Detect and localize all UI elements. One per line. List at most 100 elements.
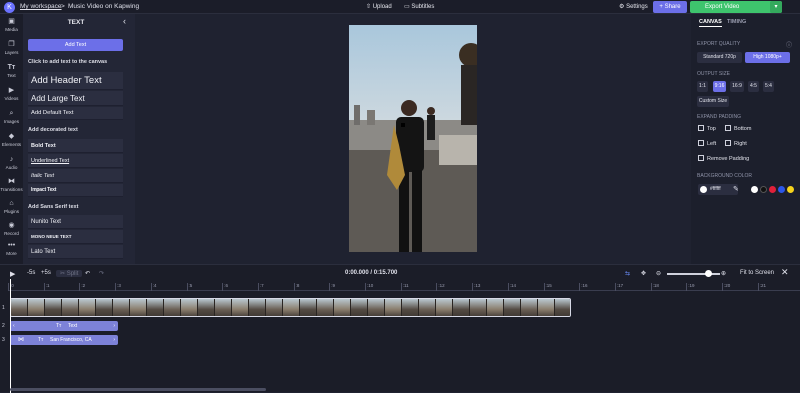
- fit-to-screen-button[interactable]: Fit to Screen: [740, 270, 774, 276]
- workspace-link[interactable]: My workspace: [20, 3, 62, 10]
- eyedropper-icon[interactable]: ✎: [733, 185, 739, 193]
- project-title[interactable]: Music Video on Kapwing: [68, 3, 139, 10]
- tab-canvas[interactable]: CANVAS: [699, 19, 722, 27]
- rail-transitions[interactable]: ⧓ Transitions: [0, 178, 23, 192]
- rail-elements[interactable]: ◆ Elements: [0, 133, 23, 147]
- ruler-tick-label: :18: [652, 283, 659, 288]
- swatch-red[interactable]: [769, 186, 776, 193]
- split-button[interactable]: ✂ Split: [56, 270, 83, 277]
- snap-icon[interactable]: ⇆: [625, 270, 630, 277]
- impact-text-option[interactable]: Impact Text: [28, 184, 123, 197]
- tab-timing[interactable]: TIMING: [727, 19, 746, 25]
- rail-text[interactable]: Tт Text: [0, 64, 23, 78]
- rail-record[interactable]: ◉ Record: [0, 222, 23, 236]
- layers-icon: ❐: [8, 41, 15, 48]
- custom-size-button[interactable]: Custom Size: [697, 96, 729, 107]
- rail-plugins[interactable]: ⌂ Plugins: [0, 200, 23, 214]
- size-4-5-button[interactable]: 4:5: [748, 81, 759, 92]
- skip-forward-5s-button[interactable]: +5s: [41, 270, 51, 276]
- text-clip-icon: Tт: [38, 337, 44, 343]
- add-header-text-option[interactable]: Add Header Text: [28, 72, 123, 90]
- share-button[interactable]: + Share: [653, 1, 687, 13]
- trim-handle-right[interactable]: ›: [113, 321, 115, 331]
- move-icon[interactable]: ✥: [641, 270, 646, 277]
- time-ruler[interactable]: :0:1:2:3:4:5:6:7:8:9:10:11:12:13:14:15:1…: [8, 283, 800, 291]
- filmstrip-frame: [487, 299, 504, 316]
- rail-media[interactable]: ▣ Media: [0, 18, 23, 32]
- size-9-16-button[interactable]: 9:16: [713, 81, 726, 92]
- size-16-9-button[interactable]: 16:9: [730, 81, 744, 92]
- export-video-button[interactable]: Export Video: [690, 1, 782, 13]
- transitions-icon: ⧓: [8, 178, 15, 185]
- filmstrip-frame: [249, 299, 266, 316]
- undo-icon[interactable]: ↶: [85, 270, 90, 277]
- swatch-blue[interactable]: [778, 186, 785, 193]
- kapwing-logo-icon[interactable]: K: [4, 2, 15, 13]
- ruler-tick: [43, 283, 45, 291]
- rail-videos[interactable]: ▶ Videos: [0, 87, 23, 101]
- filmstrip-frame: [453, 299, 470, 316]
- quality-standard-button[interactable]: Standard 720p: [697, 52, 742, 63]
- padding-left-checkbox[interactable]: Left: [698, 140, 716, 147]
- playhead[interactable]: [10, 279, 11, 393]
- user-plus-icon: +: [659, 4, 663, 10]
- filmstrip-frame: [181, 299, 198, 316]
- rail-audio[interactable]: ♪ Audio: [0, 156, 23, 170]
- filmstrip-frame: [436, 299, 453, 316]
- ruler-tick: [757, 283, 759, 291]
- swatch-white[interactable]: [751, 186, 758, 193]
- padding-bottom-checkbox[interactable]: Bottom: [725, 125, 751, 132]
- zoom-slider-handle[interactable]: [704, 270, 712, 277]
- close-icon[interactable]: ✕: [781, 267, 789, 278]
- zoom-out-icon[interactable]: ⊖: [656, 270, 661, 277]
- filmstrip-frame: [96, 299, 113, 316]
- swatch-black[interactable]: [760, 186, 767, 193]
- collapse-chevron-left-icon[interactable]: ‹: [123, 16, 126, 26]
- rail-images[interactable]: ⌕ Images: [0, 110, 23, 124]
- padding-top-checkbox[interactable]: Top: [698, 125, 716, 132]
- location-text-clip[interactable]: ⋈ Tт San Francisco, CA ›: [10, 335, 118, 345]
- text-clip[interactable]: ‹ Tт Text ›: [10, 321, 118, 331]
- size-1-1-button[interactable]: 1:1: [697, 81, 708, 92]
- ruler-tick: [686, 283, 688, 291]
- add-text-button[interactable]: Add Text: [28, 39, 123, 51]
- italic-text-option[interactable]: Italic Text: [28, 169, 123, 183]
- info-icon: ⓘ: [786, 43, 793, 49]
- ruler-tick-label: :17: [616, 283, 624, 288]
- zoom-slider[interactable]: [667, 273, 720, 275]
- mono-neue-text-option[interactable]: MONO NEUE TEXT: [28, 230, 123, 244]
- padding-right-checkbox[interactable]: Right: [725, 140, 747, 147]
- add-default-text-option[interactable]: Add Default Text: [28, 107, 123, 120]
- video-clip[interactable]: [10, 298, 571, 317]
- settings-button[interactable]: ⚙ Settings: [619, 2, 648, 13]
- quality-high-button[interactable]: High 1080p+: [745, 52, 790, 63]
- breadcrumb-separator: >: [61, 3, 65, 10]
- filmstrip-frame: [198, 299, 215, 316]
- nunito-text-option[interactable]: Nunito Text: [28, 215, 123, 229]
- underlined-text-option[interactable]: Underlined Text: [28, 154, 123, 168]
- trim-handle-left[interactable]: ‹: [13, 321, 15, 331]
- video-preview[interactable]: [349, 25, 477, 252]
- skip-back-5s-button[interactable]: -5s: [27, 270, 35, 276]
- bold-text-option[interactable]: Bold Text: [28, 139, 123, 153]
- add-large-text-option[interactable]: Add Large Text: [28, 91, 123, 106]
- filmstrip-frame: [266, 299, 283, 316]
- rail-layers[interactable]: ❐ Layers: [0, 41, 23, 55]
- timeline-scrollbar[interactable]: [10, 388, 266, 391]
- swatch-yellow[interactable]: [787, 186, 794, 193]
- size-5-4-button[interactable]: 5:4: [763, 81, 774, 92]
- zoom-in-icon[interactable]: ⊕: [721, 270, 726, 277]
- redo-icon[interactable]: ↷: [99, 270, 104, 277]
- play-icon[interactable]: ▶: [10, 270, 15, 278]
- remove-padding-checkbox[interactable]: Remove Padding: [698, 155, 749, 162]
- lato-text-option[interactable]: Lato Text: [28, 245, 123, 259]
- background-color-input[interactable]: #ffffff: [698, 184, 738, 195]
- filmstrip-frame: [351, 299, 368, 316]
- filmstrip-frame: [504, 299, 521, 316]
- trim-handle-right[interactable]: ›: [113, 335, 115, 345]
- record-icon: ◉: [8, 222, 15, 229]
- rail-more[interactable]: ••• More: [0, 242, 23, 256]
- subtitles-button[interactable]: ▭ Subtitles: [404, 2, 434, 13]
- export-options-chevron-down-icon[interactable]: ▾: [770, 1, 782, 13]
- upload-button[interactable]: ⇧ Upload: [366, 2, 392, 13]
